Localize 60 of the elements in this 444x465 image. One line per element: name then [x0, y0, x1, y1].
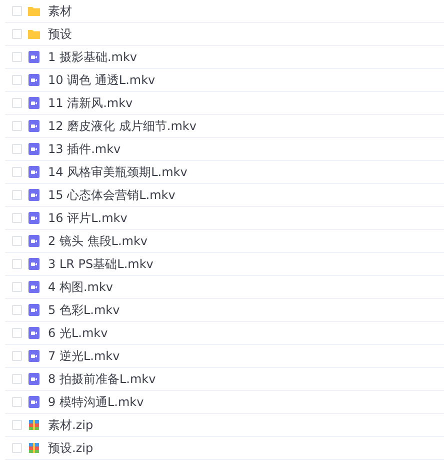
video-file-icon	[28, 258, 40, 270]
archive-icon	[28, 442, 40, 454]
video-file-icon	[28, 373, 40, 385]
checkbox[interactable]	[12, 75, 22, 85]
file-name[interactable]: 12 磨皮液化 成片细节.mkv	[48, 118, 196, 134]
checkbox[interactable]	[12, 397, 22, 407]
file-name[interactable]: 8 拍摄前准备L.mkv	[48, 370, 156, 388]
video-file-icon	[28, 327, 40, 339]
checkbox[interactable]	[12, 190, 22, 200]
video-file-icon	[28, 97, 40, 109]
video-file-icon	[28, 281, 40, 293]
video-file-icon	[28, 189, 40, 201]
file-name[interactable]: 11 清新风.mkv	[48, 94, 133, 112]
file-name[interactable]: 2 镜头 焦段L.mkv	[48, 232, 148, 250]
checkbox[interactable]	[12, 305, 22, 315]
checkbox[interactable]	[12, 351, 22, 361]
file-name[interactable]: 素材	[48, 2, 72, 20]
file-name[interactable]: 10 调色 通透L.mkv	[48, 72, 156, 88]
checkbox[interactable]	[12, 236, 22, 246]
file-name[interactable]: 7 逆光L.mkv	[48, 348, 120, 364]
checkbox[interactable]	[12, 443, 22, 453]
folder-icon	[28, 28, 40, 40]
folder-icon	[28, 5, 40, 17]
checkbox[interactable]	[12, 167, 22, 177]
checkbox[interactable]	[12, 374, 22, 384]
checkbox[interactable]	[12, 144, 22, 154]
file-name[interactable]: 预设	[48, 26, 72, 42]
file-name[interactable]: 14 风格审美瓶颈期L.mkv	[48, 164, 188, 180]
checkbox[interactable]	[12, 6, 22, 16]
file-name[interactable]: 9 模特沟通L.mkv	[48, 394, 144, 410]
checkbox[interactable]	[12, 29, 22, 39]
video-file-icon	[28, 212, 40, 224]
video-file-icon	[28, 350, 40, 362]
file-name[interactable]: 5 色彩L.mkv	[48, 302, 120, 318]
video-file-icon	[28, 120, 40, 132]
checkbox[interactable]	[12, 328, 22, 338]
file-name[interactable]: 16 评片L.mkv	[48, 210, 128, 226]
checkbox[interactable]	[12, 259, 22, 269]
file-name[interactable]: 3 LR PS基础L.mkv	[48, 256, 154, 272]
file-name[interactable]: 素材.zip	[48, 416, 94, 434]
video-file-icon	[28, 51, 40, 63]
file-name[interactable]: 4 构图.mkv	[48, 278, 114, 296]
checkbox[interactable]	[12, 213, 22, 223]
checkbox[interactable]	[12, 98, 22, 108]
checkbox[interactable]	[12, 282, 22, 292]
file-name[interactable]: 13 插件.mkv	[48, 140, 121, 158]
checkbox[interactable]	[12, 121, 22, 131]
video-file-icon	[28, 235, 40, 247]
checkbox[interactable]	[12, 52, 22, 62]
file-name[interactable]: 1 摄影基础.mkv	[48, 48, 138, 66]
video-file-icon	[28, 74, 40, 86]
file-name[interactable]: 15 心态体会营销L.mkv	[48, 186, 176, 204]
checkbox[interactable]	[12, 420, 22, 430]
archive-icon	[28, 419, 40, 431]
video-file-icon	[28, 396, 40, 408]
video-file-icon	[28, 143, 40, 155]
video-file-icon	[28, 304, 40, 316]
file-name[interactable]: 6 光L.mkv	[48, 324, 108, 342]
video-file-icon	[28, 166, 40, 178]
file-name[interactable]: 预设.zip	[48, 440, 94, 456]
